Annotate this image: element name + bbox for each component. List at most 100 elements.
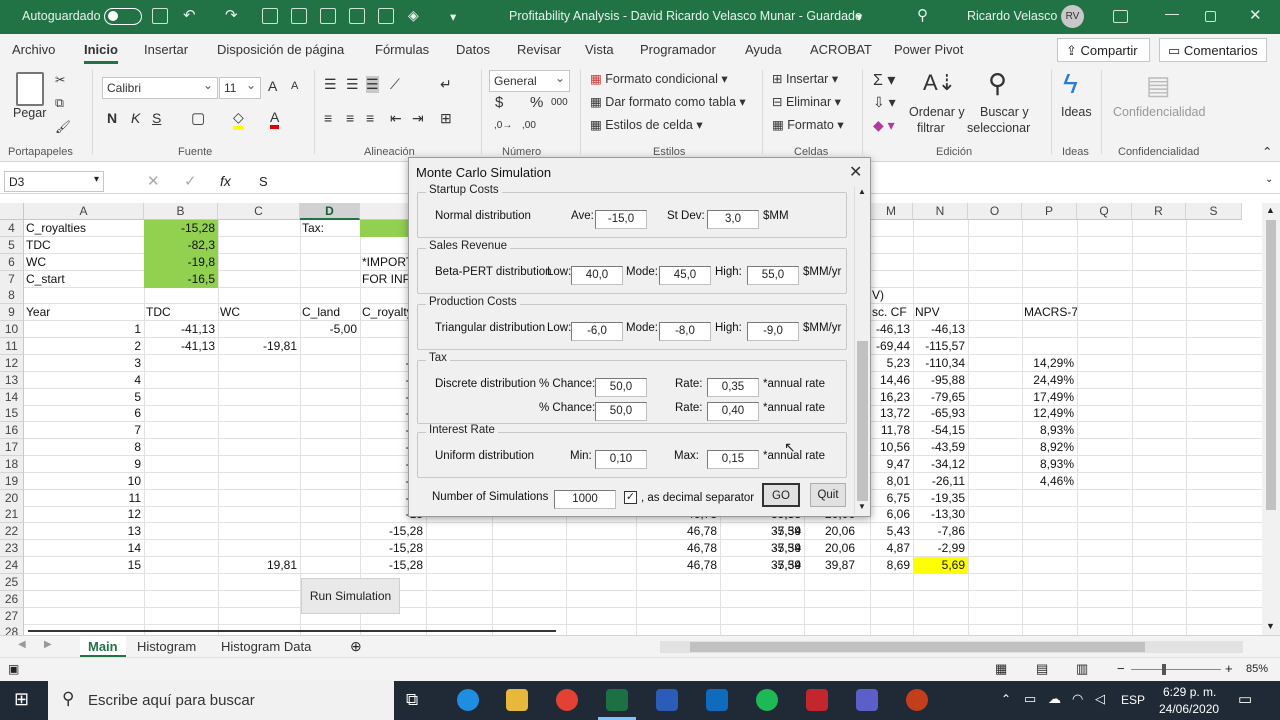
quit-button[interactable]: Quit [810,483,846,507]
row-header-13[interactable]: 13 [0,371,24,389]
tax-rate-field-1[interactable]: 0,35 [707,378,759,397]
row-header-6[interactable]: 6 [0,253,24,271]
cell-m8[interactable]: V) [870,287,913,304]
wifi-icon[interactable]: ◠ [1072,691,1083,707]
run-simulation-button[interactable]: Run Simulation [301,578,400,614]
cell-n19[interactable]: -26,11 [913,473,968,490]
edge-icon[interactable] [457,689,479,711]
cell-extra-24-3[interactable]: 39,87 [804,557,858,574]
fill-icon[interactable]: ◈ [408,7,419,24]
row-header-23[interactable]: 23 [0,540,24,558]
cell-n10[interactable]: -46,13 [913,321,968,338]
zoom-slider[interactable] [1131,669,1221,670]
cell-a13[interactable]: 4 [24,372,144,389]
column-header-s[interactable]: S [1186,203,1242,220]
align-bottom-icon[interactable]: ☰ [366,76,379,93]
cell-styles-button[interactable]: ▦ Estilos de celda ▾ [590,117,703,132]
cell-d9[interactable]: C_land [300,304,360,321]
cell-m23[interactable]: 4,87 [870,540,913,557]
cell-m15[interactable]: 13,72 [870,405,913,422]
cell-n18[interactable]: -34,12 [913,456,968,473]
column-header-c[interactable]: C [218,203,300,220]
cancel-icon[interactable]: ✕ [147,172,160,190]
cell-n17[interactable]: -43,59 [913,439,968,456]
cell-b10[interactable]: -41,13 [144,321,218,338]
excel-icon[interactable] [606,689,628,711]
cell-d4[interactable]: Tax: [300,220,360,237]
sort-filter-icon[interactable]: A⇣ [923,70,956,96]
percent-icon[interactable]: % [530,94,543,111]
cell-n15[interactable]: -65,93 [913,405,968,422]
row-header-11[interactable]: 11 [0,337,24,355]
formula-input[interactable]: S [259,174,268,189]
merge-center-icon[interactable]: ⊞ [440,110,452,127]
ribbon-display-icon[interactable] [1113,10,1128,23]
increase-decimal-icon[interactable]: ,0→ [494,120,512,131]
cell-a11[interactable]: 2 [24,338,144,355]
paste-icon[interactable] [16,72,44,106]
delete-cells-button[interactable]: ⊟ Eliminar ▾ [772,94,841,109]
tab-histogram[interactable]: Histogram [129,636,204,658]
decrease-indent-icon[interactable]: ⇤ [390,110,402,127]
row-header-17[interactable]: 17 [0,439,24,457]
column-header-m[interactable]: M [870,203,913,220]
horizontal-scrollbar[interactable] [660,641,1243,653]
cell-n21[interactable]: -13,30 [913,506,968,523]
normal-view-icon[interactable]: ▦ [995,661,1007,677]
row-header-15[interactable]: 15 [0,405,24,423]
save-icon[interactable] [152,8,168,24]
sort-label-1[interactable]: Ordenar y [909,105,965,119]
language-indicator[interactable]: ESP [1121,693,1145,707]
macro-icon[interactable] [349,8,365,24]
table-icon[interactable] [291,8,307,24]
add-sheet-icon[interactable]: ⊕ [350,638,362,655]
cell-n11[interactable]: -115,57 [913,338,968,355]
sales-high-field[interactable]: 55,0 [747,266,799,285]
tray-chevron-icon[interactable]: ⌃ [1001,692,1011,706]
startup-sd-field[interactable]: 3,0 [707,210,759,229]
decimal-separator-checkbox[interactable]: ✓ [624,491,637,504]
clock-time[interactable]: 6:29 p. m. [1163,685,1216,699]
font-size-combo[interactable]: 11 [219,77,261,99]
sales-low-field[interactable]: 40,0 [571,266,623,285]
cut-icon[interactable]: ✂ [55,72,65,87]
insert-cells-button[interactable]: ⊞ Insertar ▾ [772,71,838,86]
cell-b7[interactable]: -16,5 [144,270,218,288]
search-icon[interactable]: ⚲ [917,6,928,24]
zoom-out-icon[interactable]: − [1117,661,1125,676]
scroll-thumb[interactable] [1266,220,1276,510]
prod-low-field[interactable]: -6,0 [571,322,623,341]
startup-ave-field[interactable]: -15,0 [595,210,647,229]
tab-acrobat[interactable]: ACROBAT [810,42,872,57]
tab-ayuda[interactable]: Ayuda [745,42,782,57]
cell-b11[interactable]: -41,13 [144,338,218,355]
cell-n22[interactable]: -7,86 [913,523,968,540]
tab-programador[interactable]: Programador [640,42,716,57]
column-header-d[interactable]: D [300,203,360,220]
share-button[interactable]: ⇪ Compartir [1057,38,1150,62]
cell-a9[interactable]: Year [24,304,144,321]
ideas-icon[interactable]: ϟ [1063,68,1078,100]
align-middle-icon[interactable]: ☰ [346,76,359,93]
cell-n24[interactable]: 5,69 [913,557,968,574]
customize-qat-icon[interactable]: ▾ [450,9,456,24]
cell-m11[interactable]: -69,44 [870,338,913,355]
italic-icon[interactable]: K [131,110,140,126]
tab-vista[interactable]: Vista [585,42,614,57]
zoom-in-icon[interactable]: + [1225,661,1233,676]
cell-m18[interactable]: 9,47 [870,456,913,473]
row-header-12[interactable]: 12 [0,354,24,372]
row-header-16[interactable]: 16 [0,422,24,440]
number-format-combo[interactable]: General [489,70,570,92]
row-header-14[interactable]: 14 [0,388,24,406]
autosave-toggle[interactable] [104,8,142,25]
windows-start-icon[interactable]: ⊞ [14,689,29,710]
increase-indent-icon[interactable]: ⇥ [412,110,424,127]
cell-c9[interactable]: WC [218,304,300,321]
tab-power-pivot[interactable]: Power Pivot [894,42,963,57]
find-label-2[interactable]: seleccionar [967,121,1030,135]
cell-a22[interactable]: 13 [24,523,144,540]
row-header-7[interactable]: 7 [0,270,24,288]
vertical-scrollbar[interactable]: ▲ ▼ [1262,203,1280,635]
cell-c11[interactable]: -19,81 [218,338,300,355]
